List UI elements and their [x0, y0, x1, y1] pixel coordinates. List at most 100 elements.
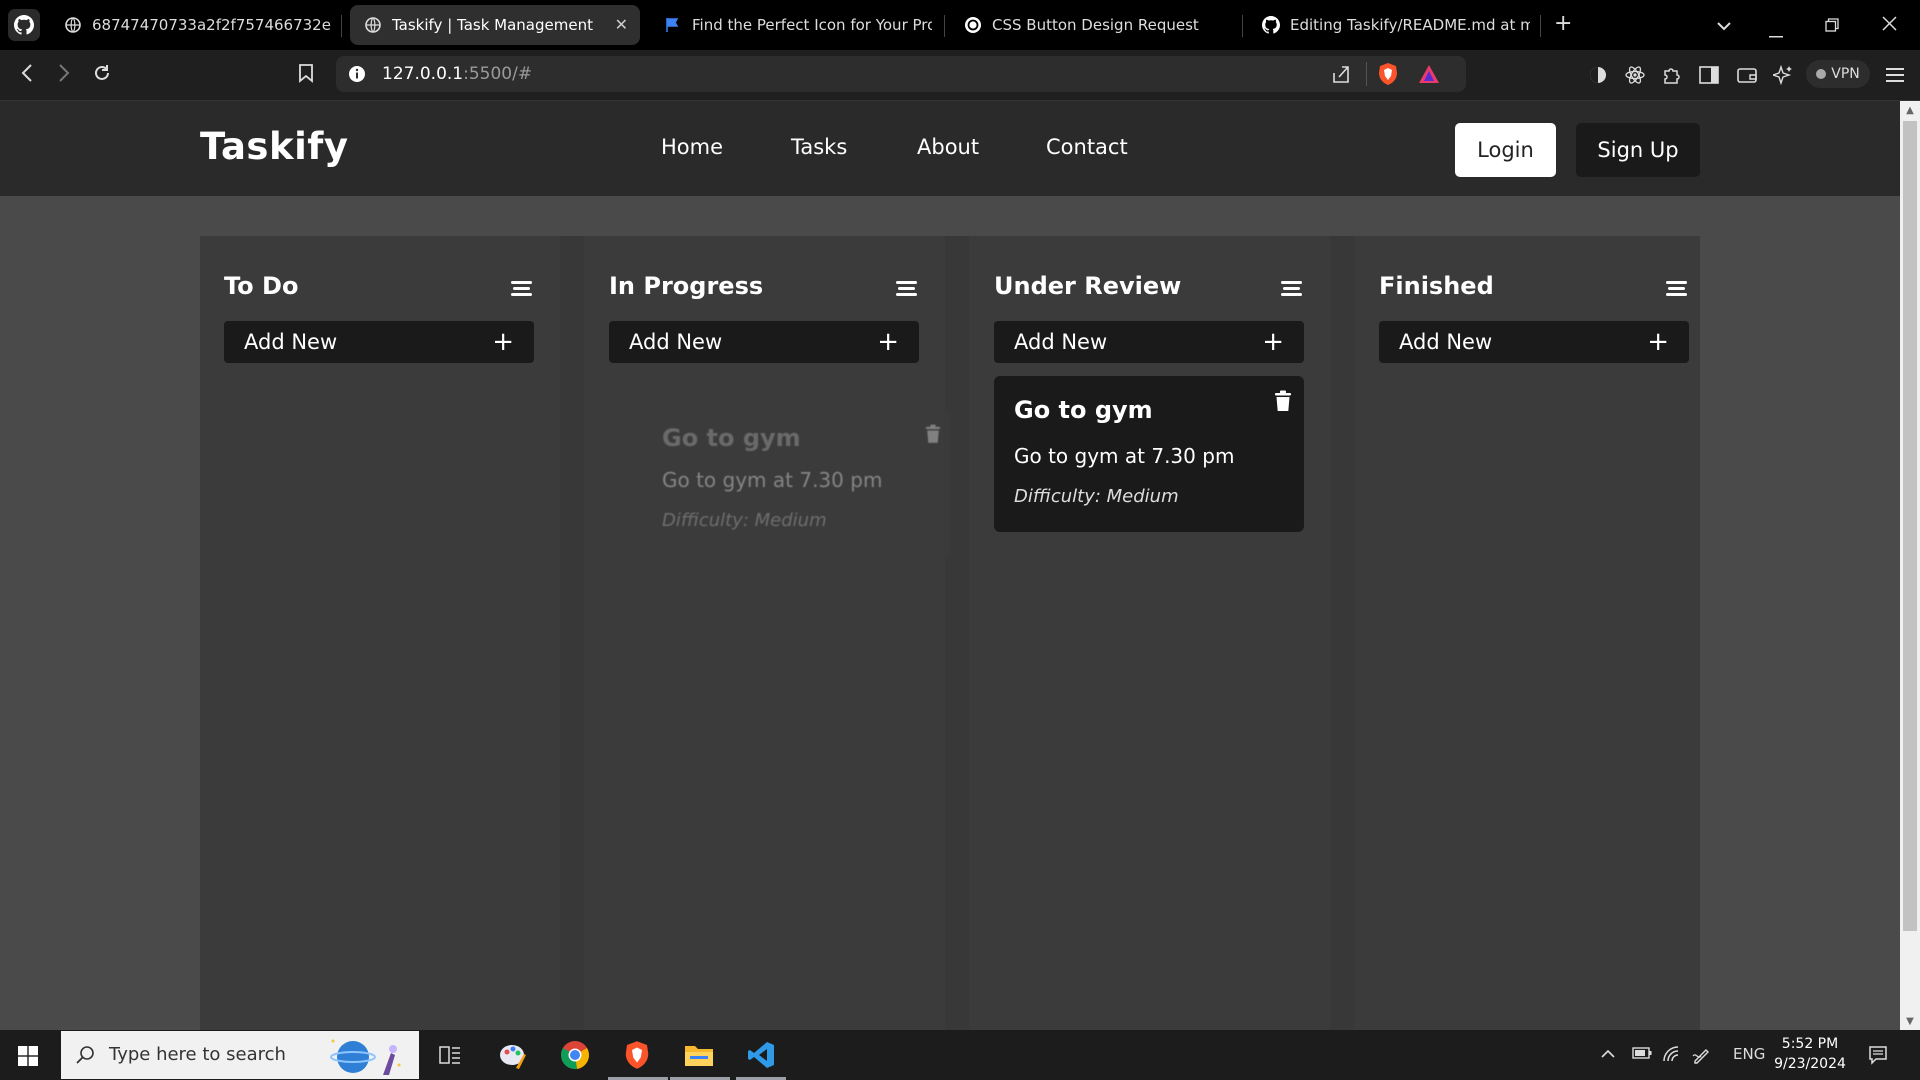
url-text: 127.0.0.1:5500/#: [382, 64, 533, 84]
flag-icon: [664, 16, 682, 34]
column-menu-icon[interactable]: [896, 281, 917, 297]
add-new-button[interactable]: Add New +: [994, 321, 1304, 363]
task-card[interactable]: Go to gym Go to gym at 7.30 pm Difficult…: [994, 376, 1304, 532]
trash-icon[interactable]: [1274, 390, 1292, 412]
close-icon[interactable]: ✕: [615, 15, 628, 34]
column-title: To Do: [224, 272, 299, 300]
column-divider: [945, 236, 969, 1030]
notification-center-icon[interactable]: [1868, 1045, 1888, 1069]
tab-css-button[interactable]: CSS Button Design Request: [950, 5, 1240, 45]
nav-home-link[interactable]: Home: [661, 135, 723, 159]
restore-icon[interactable]: [1825, 16, 1839, 37]
plus-icon: +: [877, 327, 899, 357]
extensions-puzzle-icon[interactable]: [1661, 64, 1683, 86]
extension-react-icon[interactable]: [1624, 64, 1646, 86]
globe-icon: [64, 16, 82, 34]
forward-icon[interactable]: [57, 63, 71, 88]
column-in-progress: In Progress Add New +: [585, 236, 935, 1030]
task-view-icon[interactable]: [433, 1038, 467, 1072]
add-new-label: Add New: [1014, 330, 1108, 354]
add-new-button[interactable]: Add New +: [1379, 321, 1689, 363]
column-title: Under Review: [994, 272, 1182, 300]
url-divider: [1366, 62, 1367, 86]
scrollbar-thumb[interactable]: [1903, 121, 1917, 931]
column-menu-icon[interactable]: [1666, 281, 1687, 297]
column-menu-icon[interactable]: [511, 281, 532, 297]
reload-icon[interactable]: [92, 63, 112, 88]
brave-shield-icon[interactable]: [1377, 62, 1399, 90]
leo-ai-icon[interactable]: [1772, 64, 1794, 86]
column-under-review: Under Review Add New + Go to gym Go to g…: [970, 236, 1320, 1030]
signup-button[interactable]: Sign Up: [1576, 123, 1700, 177]
address-bar[interactable]: 127.0.0.1:5500/#: [336, 56, 1466, 92]
column-todo: To Do Add New +: [200, 236, 550, 1030]
search-icon: [76, 1046, 94, 1064]
wallet-icon[interactable]: [1736, 64, 1758, 86]
plus-icon: +: [1647, 327, 1669, 357]
nav-contact-link[interactable]: Contact: [1046, 135, 1128, 159]
add-new-button[interactable]: Add New +: [609, 321, 919, 363]
system-clock[interactable]: 5:52 PM 9/23/2024: [1770, 1034, 1850, 1074]
taskbar-search-box[interactable]: Type here to search: [61, 1031, 419, 1079]
brave-rewards-icon[interactable]: [1418, 64, 1440, 88]
add-new-button[interactable]: Add New +: [224, 321, 534, 363]
pen-icon[interactable]: [1692, 1046, 1712, 1068]
add-new-label: Add New: [629, 330, 723, 354]
language-indicator[interactable]: ENG: [1733, 1045, 1765, 1063]
sidebar-toggle-icon[interactable]: [1698, 64, 1720, 86]
tab-taskify[interactable]: Taskify | Task Management ✕: [350, 5, 640, 45]
tab-label: CSS Button Design Request: [992, 16, 1199, 34]
task-difficulty: Difficulty: Medium: [1014, 486, 1179, 507]
bookmark-icon[interactable]: [298, 63, 314, 88]
kanban-board: To Do Add New + In Progress Add New + Un…: [200, 236, 1700, 1030]
hamburger-menu-icon[interactable]: [1884, 64, 1906, 86]
task-title: Go to gym: [1014, 396, 1153, 424]
scroll-down-icon[interactable]: ▼: [1900, 1012, 1920, 1030]
plus-icon: +: [1262, 327, 1284, 357]
tab-unicode-url[interactable]: 68747470733a2f2f757466732e696f2: [50, 5, 340, 45]
battery-icon[interactable]: [1632, 1046, 1652, 1064]
tab-label: 68747470733a2f2f757466732e696f2: [92, 16, 332, 34]
vpn-label: VPN: [1831, 66, 1860, 82]
trash-icon: [925, 424, 941, 443]
search-placeholder: Type here to search: [109, 1044, 286, 1065]
tab-separator: [1242, 15, 1243, 37]
site-header: Taskify Home Tasks About Contact Login S…: [0, 101, 1900, 196]
windows-start-icon[interactable]: [18, 1046, 38, 1066]
minimize-icon[interactable]: [1769, 22, 1783, 43]
search-highlight-illustration-icon: [330, 1039, 401, 1075]
share-icon[interactable]: [1331, 64, 1351, 88]
login-button[interactable]: Login: [1455, 123, 1556, 177]
wifi-icon[interactable]: [1662, 1046, 1682, 1066]
file-explorer-icon[interactable]: [682, 1038, 716, 1072]
column-divider: [1330, 236, 1354, 1030]
add-new-label: Add New: [244, 330, 338, 354]
chatgpt-icon: [964, 16, 982, 34]
close-window-icon[interactable]: [1882, 15, 1897, 36]
brave-app-icon[interactable]: [620, 1038, 654, 1072]
site-logo[interactable]: Taskify: [200, 125, 348, 168]
new-tab-button[interactable]: +: [1554, 11, 1572, 36]
tab-github-readme[interactable]: Editing Taskify/README.md at main: [1248, 5, 1538, 45]
tab-label: Editing Taskify/README.md at main: [1290, 16, 1530, 34]
extension-dark-reader-icon[interactable]: [1587, 64, 1609, 86]
github-icon[interactable]: [8, 9, 40, 41]
paint-app-icon[interactable]: [496, 1038, 530, 1072]
site-info-icon[interactable]: [348, 65, 366, 87]
column-menu-icon[interactable]: [1281, 281, 1302, 297]
vscode-app-icon[interactable]: [744, 1038, 778, 1072]
vpn-button[interactable]: VPN: [1806, 60, 1870, 88]
scroll-up-icon[interactable]: ▲: [1900, 101, 1920, 119]
tray-overflow-chevron-icon[interactable]: [1600, 1046, 1616, 1064]
chrome-app-icon[interactable]: [558, 1038, 592, 1072]
browser-toolbar: 127.0.0.1:5500/# VPN: [0, 50, 1920, 101]
page-scrollbar[interactable]: ▲ ▼: [1900, 101, 1920, 1030]
tab-list-chevron-icon[interactable]: [1716, 16, 1732, 37]
ghost-task-description: Go to gym at 7.30 pm: [662, 468, 883, 492]
nav-about-link[interactable]: About: [917, 135, 979, 159]
drag-ghost-card[interactable]: Go to gym Go to gym at 7.30 pm Difficult…: [660, 410, 950, 558]
nav-tasks-link[interactable]: Tasks: [791, 135, 847, 159]
back-icon[interactable]: [20, 63, 34, 88]
tab-find-icon[interactable]: Find the Perfect Icon for Your Project: [650, 5, 940, 45]
task-description: Go to gym at 7.30 pm: [1014, 444, 1235, 468]
